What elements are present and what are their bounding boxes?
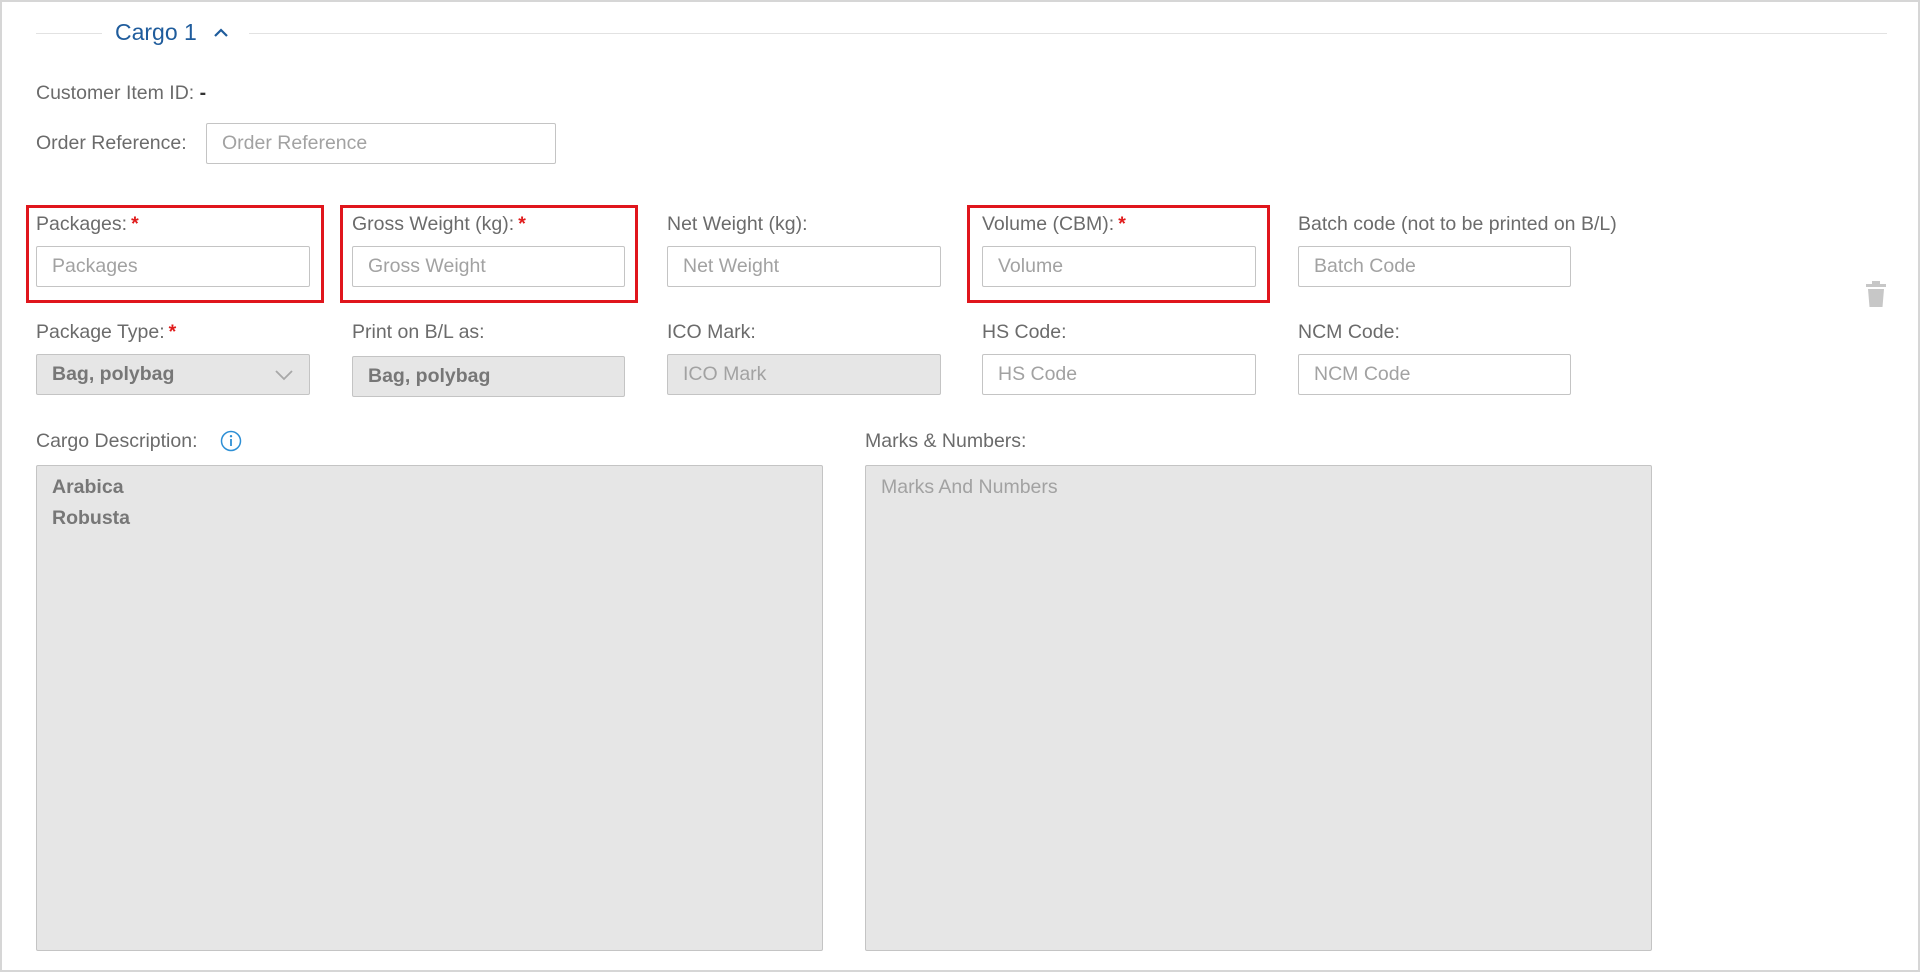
ncm-code-label: NCM Code: (1298, 321, 1400, 343)
trash-icon[interactable] (1866, 281, 1886, 307)
batch-code-input[interactable] (1298, 246, 1571, 287)
info-icon[interactable] (220, 430, 242, 452)
marks-numbers-textarea[interactable] (865, 465, 1652, 951)
packages-required-mark: * (131, 213, 139, 235)
net-weight-label: Net Weight (kg): (667, 213, 808, 235)
packages-label-text: Packages: (36, 213, 128, 235)
print-on-bl-label: Print on B/L as: (352, 321, 485, 343)
volume-label: Volume (CBM): * (982, 213, 1126, 236)
cargo-description-textarea[interactable]: Arabica Robusta (36, 465, 823, 951)
order-reference-label: Order Reference: (36, 132, 187, 154)
customer-item-id: Customer Item ID: - (36, 82, 206, 105)
section-header-toggle[interactable]: Cargo 1 (115, 19, 231, 46)
gross-weight-required-mark: * (518, 213, 526, 235)
gross-weight-input[interactable] (352, 246, 625, 287)
hs-code-input[interactable] (982, 354, 1256, 395)
chevron-up-icon[interactable] (211, 23, 231, 43)
customer-item-id-value: - (199, 82, 207, 104)
batch-code-label: Batch code (not to be printed on B/L) (1298, 213, 1617, 235)
chevron-down-icon (275, 369, 293, 380)
ico-mark-input[interactable] (667, 354, 941, 395)
marks-numbers-label: Marks & Numbers: (865, 430, 1027, 452)
hs-code-label: HS Code: (982, 321, 1067, 343)
section-divider-left (36, 33, 102, 34)
package-type-label-text: Package Type: (36, 321, 165, 343)
package-type-label: Package Type: * (36, 321, 176, 344)
gross-weight-label-text: Gross Weight (kg): (352, 213, 515, 235)
packages-input[interactable] (36, 246, 310, 287)
print-on-bl-value: Bag, polybag (368, 365, 491, 387)
volume-required-mark: * (1118, 213, 1126, 235)
order-reference-input[interactable] (206, 123, 556, 164)
section-divider-right (249, 33, 1887, 34)
volume-label-text: Volume (CBM): (982, 213, 1115, 235)
gross-weight-label: Gross Weight (kg): * (352, 213, 526, 236)
print-on-bl-field[interactable]: Bag, polybag (352, 356, 625, 397)
packages-label: Packages: * (36, 213, 139, 236)
net-weight-input[interactable] (667, 246, 941, 287)
cargo-panel: Cargo 1 Customer Item ID: - Order Refere… (0, 0, 1920, 972)
customer-item-id-label: Customer Item ID: (36, 82, 195, 104)
package-type-required-mark: * (168, 321, 177, 343)
ico-mark-label: ICO Mark: (667, 321, 756, 343)
cargo-description-label: Cargo Description: (36, 430, 198, 452)
ncm-code-input[interactable] (1298, 354, 1571, 395)
volume-input[interactable] (982, 246, 1256, 287)
package-type-value: Bag, polybag (52, 363, 175, 385)
section-title: Cargo 1 (115, 19, 197, 45)
package-type-select[interactable]: Bag, polybag (36, 354, 310, 395)
